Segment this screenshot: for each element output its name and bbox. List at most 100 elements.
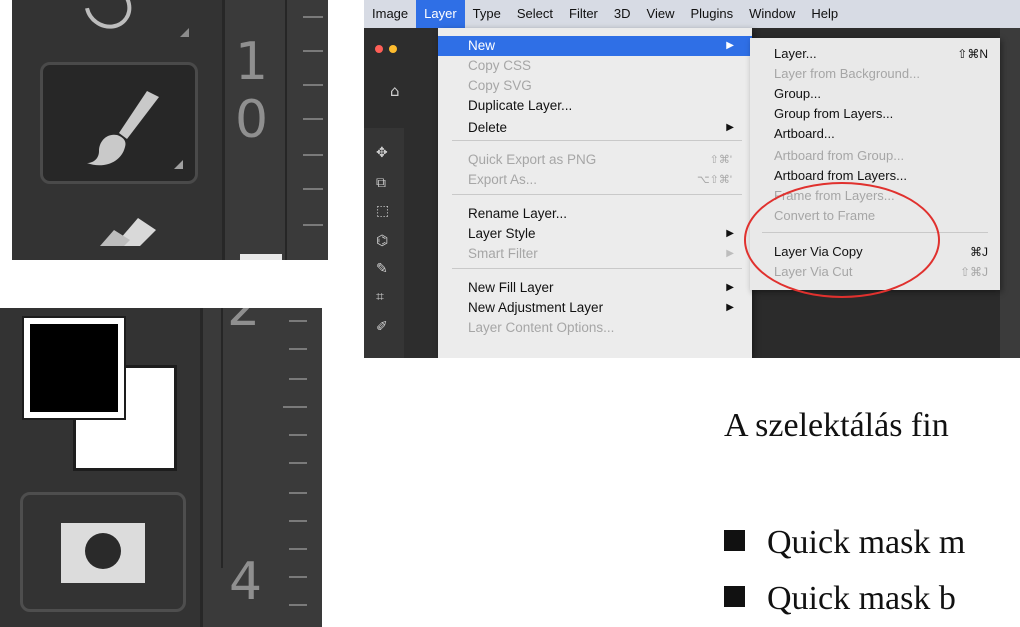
window-controls: [375, 40, 403, 58]
artboard-tool-icon[interactable]: ⧉: [376, 176, 386, 190]
foreground-color-swatch[interactable]: [22, 316, 126, 420]
layer-menu-item[interactable]: Duplicate Layer...: [438, 96, 752, 116]
ruler-tick: [303, 188, 323, 190]
menu-item-label: Artboard from Group...: [774, 148, 905, 163]
quick-mask-button[interactable]: [20, 492, 186, 612]
menu-separator: [452, 140, 742, 141]
layer-menu-item[interactable]: Layer Style ▶: [438, 224, 752, 244]
ruler-tick: [289, 462, 307, 464]
layer-menu-item[interactable]: New ▶: [438, 36, 752, 56]
menu-item-label: New Fill Layer: [468, 280, 554, 295]
lasso-tool-icon[interactable]: ⌬: [376, 234, 388, 248]
bullet-item: Quick mask m: [724, 524, 965, 562]
menubar-item-select[interactable]: Select: [509, 0, 561, 28]
ruler-tick: [303, 84, 323, 86]
menubar-item-image[interactable]: Image: [364, 0, 416, 28]
ruler-number: 2: [227, 308, 261, 338]
crop-tool-icon[interactable]: ⌗: [376, 290, 384, 304]
menubar-item-type[interactable]: Type: [465, 0, 509, 28]
menubar-item-view[interactable]: View: [639, 0, 683, 28]
eraser-icon[interactable]: [90, 210, 160, 246]
menu-item-shortcut: ⇧⌘': [709, 154, 732, 166]
home-icon[interactable]: ⌂: [390, 84, 400, 99]
quick-selection-icon[interactable]: ✎: [376, 262, 388, 276]
submenu-arrow-icon: ▶: [726, 248, 734, 259]
new-submenu-item[interactable]: Artboard from Layers...: [750, 166, 1000, 186]
ruler-number: 4: [229, 552, 263, 612]
new-submenu-item[interactable]: Group from Layers...: [750, 104, 1000, 124]
new-submenu-item: Artboard from Group...: [750, 146, 1000, 166]
menu-item-shortcut: ⌘J: [970, 245, 988, 259]
ruler-number: 1: [235, 32, 269, 92]
brush-icon: [87, 91, 159, 166]
brush-tool-button[interactable]: [40, 62, 198, 184]
brush-tool-crop: 1 0: [12, 0, 328, 260]
menu-separator: [452, 194, 742, 195]
menu-item-label: New Adjustment Layer: [468, 300, 604, 315]
bullet-item: Quick mask b: [724, 580, 956, 618]
color-swatches-crop: 2 4: [0, 308, 322, 627]
menu-bar: Image Layer Type Select Filter 3D View Plugins W…: [364, 0, 1020, 28]
menu-separator: [452, 268, 742, 269]
lasso-tool-icon[interactable]: [75, 0, 141, 38]
bullet-text: Quick mask b: [767, 580, 956, 617]
foreground-color-fill: [30, 324, 118, 412]
ruler-tick: [289, 378, 307, 380]
layer-menu-item: Quick Export as PNG ⇧⌘': [438, 150, 752, 170]
submenu-arrow-icon: ▶: [726, 122, 734, 133]
ruler-tick: [303, 50, 323, 52]
ruler-tick: [289, 576, 307, 578]
layer-menu-item[interactable]: Rename Layer...: [438, 204, 752, 224]
menu-item-shortcut: ⇧⌘J: [959, 265, 988, 279]
ruler-tick: [289, 520, 307, 522]
ruler-tick: [303, 154, 323, 156]
menubar-item-layer[interactable]: Layer: [416, 0, 465, 28]
ruler-tick: [289, 548, 307, 550]
menu-item-label: New: [468, 38, 496, 53]
photoshop-menu-screenshot: Image Layer Type Select Filter 3D View Plugins W…: [364, 0, 1020, 358]
menubar-item-plugins[interactable]: Plugins: [682, 0, 741, 28]
ruler-tick: [283, 406, 307, 408]
layer-menu-item: Smart Filter ▶: [438, 244, 752, 264]
ruler-tick: [303, 16, 323, 18]
ruler-tick: [303, 118, 323, 120]
menubar-item-window[interactable]: Window: [741, 0, 803, 28]
layer-menu-item: Layer Content Options...: [438, 318, 752, 338]
layer-menu-item: Copy SVG: [438, 76, 752, 96]
layer-menu-item[interactable]: New Fill Layer ▶: [438, 278, 752, 298]
submenu-arrow-icon: ▶: [726, 302, 734, 313]
menu-item-label: Delete: [468, 120, 508, 135]
menu-item-shortcut: ⌥⇧⌘': [697, 174, 732, 186]
new-submenu-item[interactable]: Layer... ⇧⌘N: [750, 44, 1000, 64]
menubar-item-help[interactable]: Help: [803, 0, 846, 28]
bullet-text: Quick mask m: [767, 524, 966, 561]
menu-item-label: Copy SVG: [468, 78, 532, 93]
layer-menu-item: Export As... ⌥⇧⌘': [438, 170, 752, 190]
menu-item-label: Copy CSS: [468, 58, 532, 73]
close-window-icon[interactable]: [375, 45, 383, 53]
new-submenu-item[interactable]: Group...: [750, 84, 1000, 104]
eyedropper-icon[interactable]: ✐: [376, 320, 388, 334]
minimize-window-icon[interactable]: [389, 45, 397, 53]
toolbar-column: [12, 0, 222, 260]
ruler-tick: [289, 348, 307, 350]
menu-item-label: Group from Layers...: [774, 106, 894, 121]
move-tool-icon[interactable]: ✥: [376, 146, 388, 160]
menubar-item-filter[interactable]: Filter: [561, 0, 606, 28]
ruler-tick: [289, 320, 307, 322]
layer-menu-item[interactable]: New Adjustment Layer ▶: [438, 298, 752, 318]
ruler-number: 0: [235, 90, 269, 150]
marquee-tool-icon[interactable]: ⬚: [376, 204, 389, 218]
layer-menu-item[interactable]: Delete ▶: [438, 118, 752, 138]
menubar-item-3d[interactable]: 3D: [606, 0, 639, 28]
submenu-arrow-icon: ▶: [726, 40, 734, 51]
layer-menu: New ▶ Copy CSS Copy SVG Duplicate Layer... De…: [438, 28, 752, 358]
photoshop-left-panel: ⌂ ✥ ⧉ ⬚ ⌬ ✎ ⌗ ✐: [364, 28, 438, 358]
ruler-marker: [240, 254, 282, 260]
menu-item-label: Rename Layer...: [468, 206, 568, 221]
tool-group-corner-icon: [174, 160, 183, 169]
ruler-divider: [221, 308, 223, 568]
new-submenu-item[interactable]: Artboard...: [750, 124, 1000, 144]
vertical-ruler: 1 0: [222, 0, 328, 260]
highlight-annotation: [744, 182, 940, 298]
